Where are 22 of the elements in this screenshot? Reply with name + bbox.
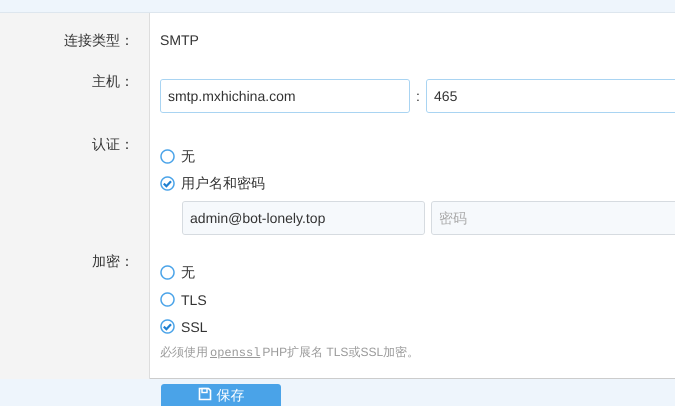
radio-icon[interactable]	[160, 149, 175, 164]
username-field[interactable]: admin@bot-lonely.top	[182, 201, 425, 235]
radio-label: TLS	[181, 292, 207, 308]
encryption-note: 必须使用 openssl PHP扩展名 TLS或SSL加密。	[160, 344, 420, 361]
connection-type-value: SMTP	[160, 31, 199, 50]
field-label: 认证：	[92, 135, 134, 154]
radio-label: 无	[181, 264, 195, 282]
radio-label: SSL	[181, 318, 208, 334]
radio-label: 用户名和密码	[181, 174, 265, 192]
field-label: 主机：	[92, 72, 134, 91]
checked-radio-icon[interactable]	[160, 176, 175, 191]
save-icon	[198, 387, 212, 401]
password-field[interactable]: 密码	[431, 201, 675, 235]
field-label: 加密：	[92, 252, 134, 271]
checked-radio-icon[interactable]	[160, 319, 175, 334]
host-port-separator: :	[415, 88, 421, 104]
port-field[interactable]: 465	[426, 79, 675, 113]
radio-icon[interactable]	[160, 292, 175, 307]
host-field[interactable]: smtp.mxhichina.com	[160, 79, 410, 113]
radio-label: 无	[181, 148, 195, 166]
radio-icon[interactable]	[160, 265, 175, 280]
field-label: 连接类型：	[64, 31, 134, 50]
